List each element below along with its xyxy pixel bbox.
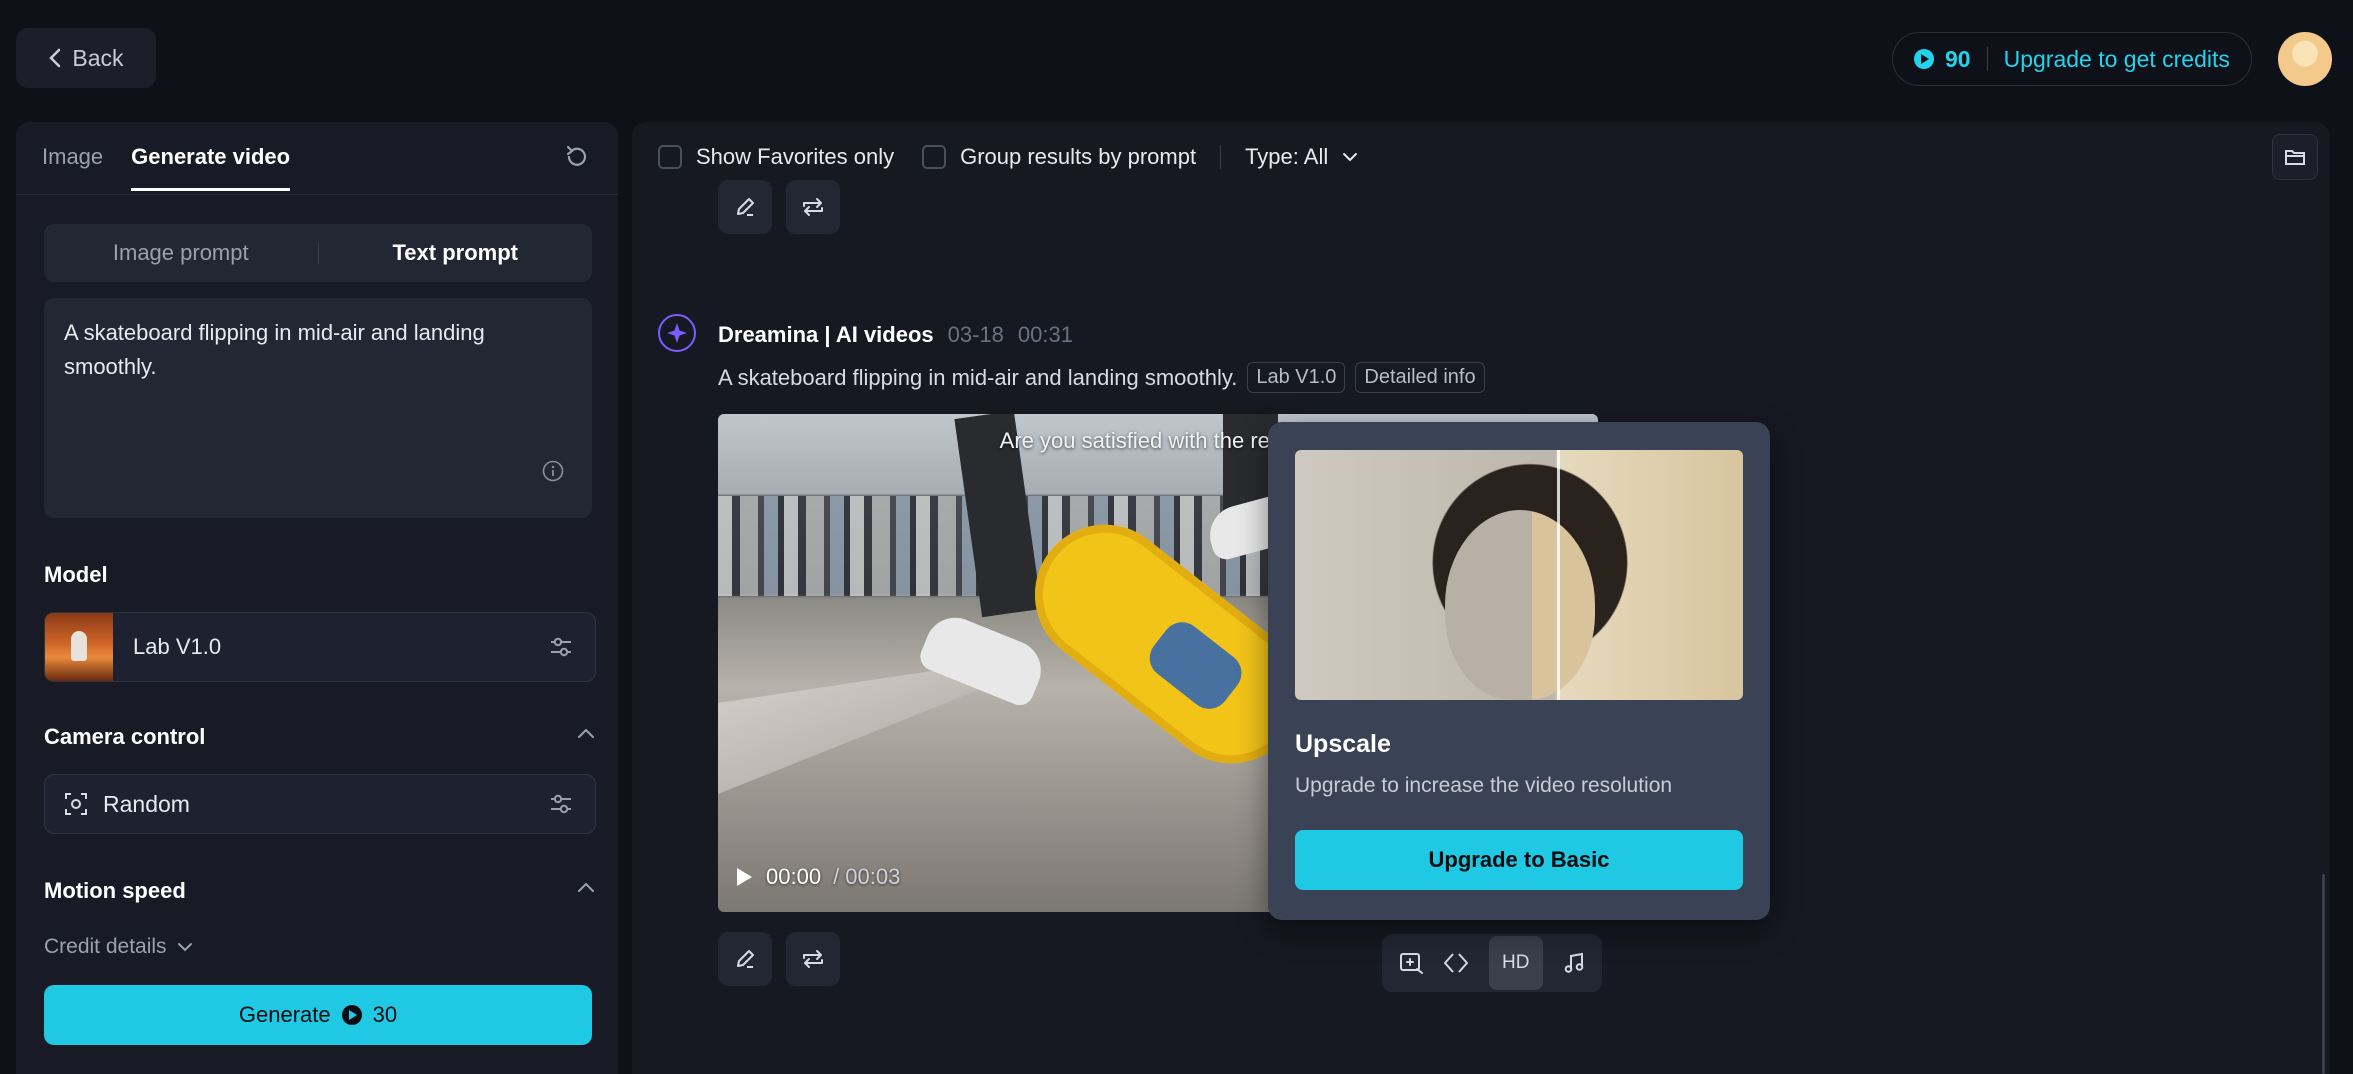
extend-video-icon[interactable]	[1398, 951, 1424, 975]
music-note-icon[interactable]	[1562, 951, 1586, 975]
divider	[1986, 47, 1988, 71]
back-button[interactable]: Back	[16, 28, 156, 88]
filter-bar: Show Favorites only Group results by pro…	[658, 144, 1358, 170]
generation-panel: Image Generate video Image prompt Text p…	[16, 122, 618, 1074]
edit-button[interactable]	[718, 180, 772, 234]
result-date: 03-18	[947, 322, 1004, 347]
generate-button[interactable]: Generate 30	[44, 985, 592, 1045]
chevron-down-icon[interactable]	[1342, 151, 1358, 163]
playback-controls: 00:00 / 00:03	[734, 864, 900, 890]
mode-tabs: Image Generate video	[42, 144, 291, 191]
prompt-text: A skateboard flipping in mid-air and lan…	[64, 320, 485, 379]
pencil-icon	[733, 947, 757, 971]
folder-icon	[2284, 147, 2306, 167]
type-filter-dropdown[interactable]: Type: All	[1245, 144, 1328, 170]
result-prompt: A skateboard flipping in mid-air and lan…	[718, 364, 1238, 390]
model-selector[interactable]: Lab V1.0	[44, 612, 596, 682]
credit-count: 90	[1945, 45, 1971, 72]
upscale-popover: Upscale Upgrade to increase the video re…	[1268, 422, 1770, 920]
settings-sliders-icon[interactable]	[549, 793, 573, 815]
popover-subtitle: Upgrade to increase the video resolution	[1295, 774, 1673, 797]
model-title: Model	[44, 562, 108, 587]
result-prompt-row: A skateboard flipping in mid-air and lan…	[718, 362, 1485, 393]
chevron-up-icon[interactable]	[576, 880, 596, 894]
detailed-info-tag[interactable]: Detailed info	[1355, 362, 1485, 393]
info-icon[interactable]	[542, 460, 564, 482]
model-thumbnail	[45, 613, 113, 681]
video-duration: / 00:03	[833, 864, 901, 889]
favorites-checkbox[interactable]	[658, 145, 682, 169]
divider	[16, 194, 618, 195]
regenerate-button[interactable]	[786, 180, 840, 234]
group-by-prompt-checkbox[interactable]	[922, 145, 947, 169]
skate-ramp	[718, 664, 978, 794]
chevron-down-icon	[177, 941, 193, 953]
group-by-prompt-label[interactable]: Group results by prompt	[960, 144, 1196, 170]
play-icon[interactable]	[734, 866, 754, 888]
credits-pill[interactable]: 90 Upgrade to get credits	[1892, 32, 2252, 86]
result-header: Dreamina | AI videos 03-18 00:31	[718, 322, 1073, 348]
lip-sync-icon[interactable]	[1443, 951, 1469, 975]
prompt-input[interactable]: A skateboard flipping in mid-air and lan…	[44, 298, 592, 518]
generate-cost: 30	[372, 1002, 398, 1027]
settings-sliders-icon[interactable]	[549, 636, 573, 658]
camera-focus-icon	[63, 791, 89, 817]
credit-details-toggle[interactable]: Credit details	[44, 935, 193, 959]
chevron-left-icon	[48, 47, 62, 69]
generate-label: Generate	[238, 1002, 331, 1027]
tab-image[interactable]: Image	[42, 144, 103, 191]
credit-details-label: Credit details	[44, 935, 167, 958]
upgrade-to-basic-button[interactable]: Upgrade to Basic	[1295, 830, 1743, 890]
credit-coin-icon	[341, 1004, 363, 1026]
avatar[interactable]	[2278, 32, 2332, 86]
current-time: 00:00	[766, 864, 822, 889]
camera-control-value: Random	[103, 790, 190, 817]
regenerate-button[interactable]	[786, 932, 840, 986]
refresh-icon[interactable]	[564, 144, 590, 170]
camera-control-title: Camera control	[44, 724, 206, 749]
chevron-up-icon[interactable]	[576, 726, 596, 740]
text-prompt-option[interactable]: Text prompt	[319, 240, 593, 266]
model-tag[interactable]: Lab V1.0	[1247, 362, 1346, 393]
portrait-face	[1445, 510, 1595, 700]
motion-speed-title: Motion speed	[44, 878, 186, 903]
result-time: 00:31	[1017, 322, 1073, 347]
model-name: Lab V1.0	[133, 634, 222, 659]
repeat-icon	[800, 947, 826, 971]
result-author: Dreamina | AI videos	[718, 322, 934, 347]
pencil-icon	[733, 195, 757, 219]
upgrade-credits-link[interactable]: Upgrade to get credits	[2004, 46, 2230, 73]
favorites-label[interactable]: Show Favorites only	[696, 144, 894, 170]
comparison-divider	[1557, 450, 1560, 700]
tab-generate-video[interactable]: Generate video	[131, 144, 291, 191]
prompt-type-toggle: Image prompt Text prompt	[44, 224, 592, 282]
upscale-preview-image	[1295, 450, 1743, 700]
divider	[1220, 145, 1222, 169]
camera-control-selector[interactable]: Random	[44, 774, 596, 834]
popover-title: Upscale	[1295, 730, 1391, 758]
scrollbar[interactable]	[2322, 874, 2325, 1074]
hd-upscale-button[interactable]: HD	[1488, 936, 1543, 990]
credit-coin-icon	[1913, 48, 1935, 70]
back-label: Back	[72, 44, 124, 71]
image-prompt-option[interactable]: Image prompt	[44, 240, 318, 266]
dreamina-logo-icon	[658, 314, 696, 352]
repeat-icon	[800, 195, 826, 219]
video-actions: HD	[1382, 934, 1602, 992]
folder-button[interactable]	[2272, 134, 2318, 180]
edit-button[interactable]	[718, 932, 772, 986]
